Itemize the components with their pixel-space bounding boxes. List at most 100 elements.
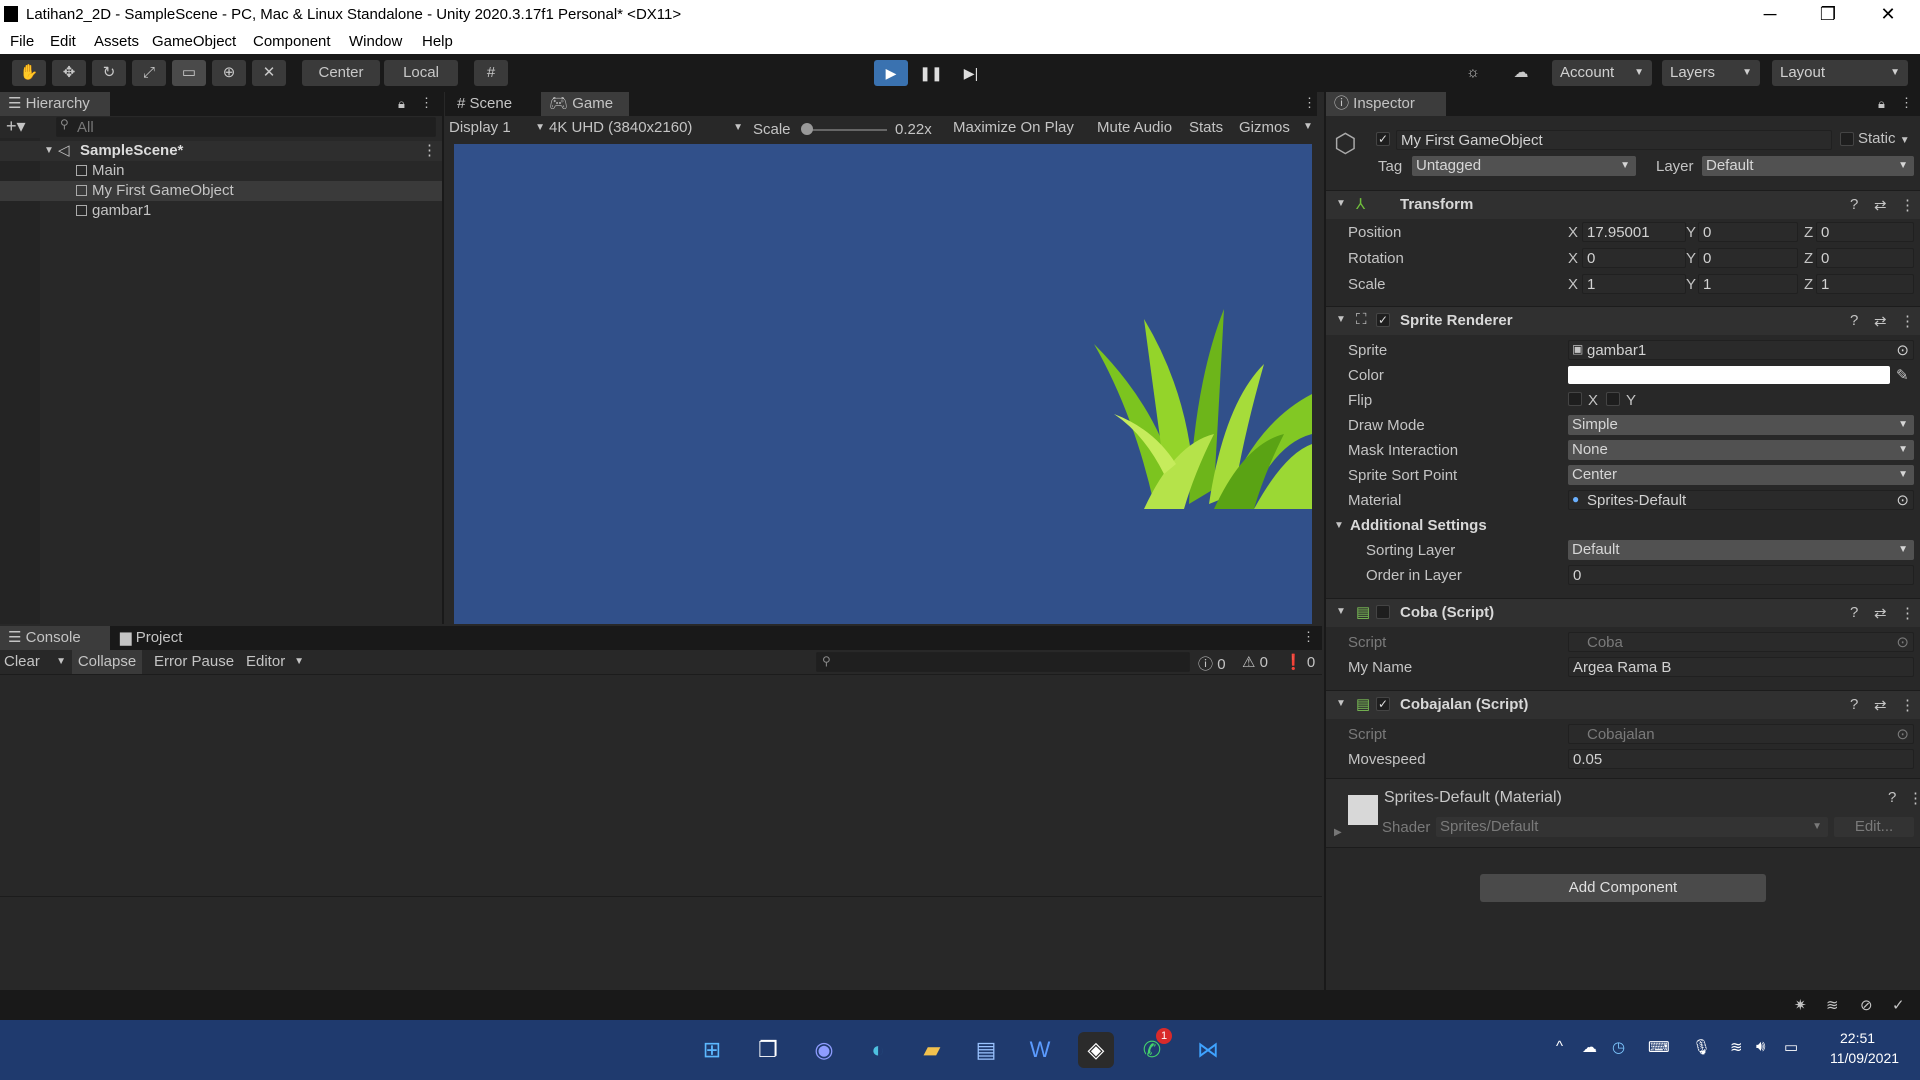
collab-icon[interactable]: ☼ [1456, 60, 1490, 86]
my-name-field[interactable]: Argea Rama B [1568, 657, 1914, 677]
move-tool-icon[interactable]: ✥ [52, 60, 86, 86]
scale-slider-track[interactable] [805, 129, 887, 131]
shader-edit-button[interactable]: Edit... [1834, 817, 1914, 837]
kebab-menu-icon[interactable]: ⋮ [1900, 696, 1915, 714]
color-swatch[interactable] [1568, 366, 1890, 384]
sprite-renderer-header[interactable]: ▼ ⛶ ✓ Sprite Renderer ? ⇄ ⋮ [1326, 306, 1920, 335]
foldout-arrow-icon[interactable]: ▼ [1336, 314, 1346, 325]
word-icon[interactable]: W [1022, 1032, 1058, 1068]
game-viewport[interactable] [454, 144, 1312, 624]
lock-icon[interactable]: 🔒︎ [398, 96, 405, 112]
pivot-center-button[interactable]: Center [302, 60, 380, 86]
foldout-arrow-icon[interactable]: ▼ [1334, 520, 1344, 531]
object-picker-icon[interactable]: ⊙ [1896, 491, 1909, 511]
layers-dropdown[interactable]: Layers ▼ [1662, 60, 1760, 86]
coba-enabled-checkbox[interactable] [1376, 605, 1390, 619]
scale-y-field[interactable]: 1 [1698, 274, 1798, 294]
clock-time[interactable]: 22:51 [1840, 1030, 1875, 1046]
minimize-button[interactable]: ─ [1742, 0, 1798, 30]
add-component-button[interactable]: Add Component [1480, 874, 1766, 902]
task-view-icon[interactable]: ❐ [750, 1032, 786, 1068]
remote-desktop-icon[interactable]: ▤ [968, 1032, 1004, 1068]
additional-settings-label[interactable]: Additional Settings [1350, 517, 1487, 534]
tab-hierarchy[interactable]: ☰ Hierarchy [0, 92, 110, 116]
rotate-tool-icon[interactable]: ↻ [92, 60, 126, 86]
gizmos-toggle[interactable]: Gizmos [1239, 119, 1290, 136]
foldout-arrow-icon[interactable]: ▶ [1334, 827, 1342, 838]
custom-tool-icon[interactable]: ✕ [252, 60, 286, 86]
material-field[interactable]: Sprites-Default ⊙ [1568, 490, 1914, 510]
position-z-field[interactable]: 0 [1816, 222, 1914, 242]
account-dropdown[interactable]: Account ▼ [1552, 60, 1652, 86]
draw-mode-dropdown[interactable]: Simple ▼ [1568, 415, 1914, 435]
foldout-arrow-icon[interactable]: ▼ [1336, 198, 1346, 209]
volume-icon[interactable]: 🔊︎ [1756, 1038, 1765, 1055]
start-icon[interactable]: ⊞ [694, 1032, 730, 1068]
scale-x-field[interactable]: 1 [1582, 274, 1686, 294]
scale-z-field[interactable]: 1 [1816, 274, 1914, 294]
microphone-icon[interactable]: 🎙︎ [1692, 1038, 1711, 1056]
transform-header[interactable]: ▼ ⅄ Transform ? ⇄ ⋮ [1326, 190, 1920, 219]
kebab-menu-icon[interactable]: ⋮ [1900, 196, 1915, 214]
menu-assets[interactable]: Assets [94, 33, 139, 50]
error-pause-toggle[interactable]: Error Pause [154, 653, 234, 670]
help-icon[interactable]: ? [1850, 604, 1858, 621]
help-icon[interactable]: ? [1888, 789, 1896, 806]
collapse-toggle[interactable]: Collapse [72, 650, 142, 674]
pause-button[interactable]: ❚❚ [914, 60, 948, 86]
sprite-sort-point-dropdown[interactable]: Center ▼ [1568, 465, 1914, 485]
cobajalan-enabled-checkbox[interactable]: ✓ [1376, 697, 1390, 711]
shader-dropdown[interactable]: Sprites/Default ▼ [1436, 817, 1828, 837]
help-icon[interactable]: ? [1850, 696, 1858, 713]
onedrive-icon[interactable]: ☁ [1582, 1038, 1597, 1056]
keyboard-icon[interactable]: ⌨ [1648, 1038, 1670, 1056]
rotation-y-field[interactable]: 0 [1698, 248, 1798, 268]
rotation-z-field[interactable]: 0 [1816, 248, 1914, 268]
mute-audio-toggle[interactable]: Mute Audio [1097, 119, 1172, 136]
scene-menu-icon[interactable]: ⋮ [422, 141, 437, 161]
warning-count-toggle[interactable]: ⚠ 0 [1242, 653, 1268, 671]
mask-interaction-dropdown[interactable]: None ▼ [1568, 440, 1914, 460]
rect-tool-icon[interactable]: ▭ [172, 60, 206, 86]
close-button[interactable]: ✕ [1860, 0, 1916, 30]
preset-icon[interactable]: ⇄ [1874, 196, 1887, 214]
menu-help[interactable]: Help [422, 33, 453, 50]
kebab-menu-icon[interactable]: ⋮ [420, 95, 433, 111]
preset-icon[interactable]: ⇄ [1874, 696, 1887, 714]
kebab-menu-icon[interactable]: ⋮ [1900, 604, 1915, 622]
clear-button[interactable]: Clear ▼ [4, 653, 66, 670]
error-count-toggle[interactable]: ❗ 0 [1284, 653, 1315, 671]
resolution-dropdown[interactable]: 4K UHD (3840x2160) ▼ [549, 119, 743, 136]
hierarchy-item-gambar1[interactable]: gambar1 [0, 201, 442, 221]
tab-console[interactable]: ☰ Console [0, 626, 110, 650]
cache-icon[interactable]: ⊘ [1860, 996, 1873, 1014]
progress-check-icon[interactable]: ✓ [1892, 996, 1905, 1014]
kebab-menu-icon[interactable]: ⋮ [1908, 789, 1920, 807]
help-icon[interactable]: ? [1850, 312, 1858, 329]
file-explorer-icon[interactable]: ▰ [914, 1032, 950, 1068]
vscode-icon[interactable]: ⋈ [1190, 1032, 1226, 1068]
editor-dropdown[interactable]: Editor ▼ [246, 653, 304, 670]
sprite-field[interactable]: gambar1 ⊙ [1568, 340, 1914, 360]
help-icon[interactable]: ? [1850, 196, 1858, 213]
kebab-menu-icon[interactable]: ⋮ [1302, 629, 1315, 645]
flip-x-checkbox[interactable] [1568, 392, 1582, 406]
restore-button[interactable]: ❐ [1800, 0, 1856, 30]
eyedropper-icon[interactable]: ✎ [1896, 366, 1909, 384]
tab-scene[interactable]: # Scene [449, 92, 539, 116]
chevron-down-icon[interactable]: ▼ [1303, 121, 1313, 132]
foldout-arrow-icon[interactable]: ▼ [44, 141, 54, 161]
preset-icon[interactable]: ⇄ [1874, 312, 1887, 330]
discord-icon[interactable]: ◉ [806, 1032, 842, 1068]
log-count-toggle[interactable]: ⓘ 0 [1198, 653, 1226, 674]
layer-dropdown[interactable]: Default ▼ [1702, 156, 1914, 176]
menu-window[interactable]: Window [349, 33, 402, 50]
static-dropdown[interactable]: Static ▼ [1858, 130, 1910, 147]
order-in-layer-field[interactable]: 0 [1568, 565, 1914, 585]
hierarchy-search-input[interactable]: All [56, 117, 436, 137]
play-button[interactable]: ▶ [874, 60, 908, 86]
object-picker-icon[interactable]: ⊙ [1896, 341, 1909, 361]
maximize-on-play-toggle[interactable]: Maximize On Play [953, 119, 1074, 136]
sprite-renderer-enabled-checkbox[interactable]: ✓ [1376, 313, 1390, 327]
rotation-x-field[interactable]: 0 [1582, 248, 1686, 268]
